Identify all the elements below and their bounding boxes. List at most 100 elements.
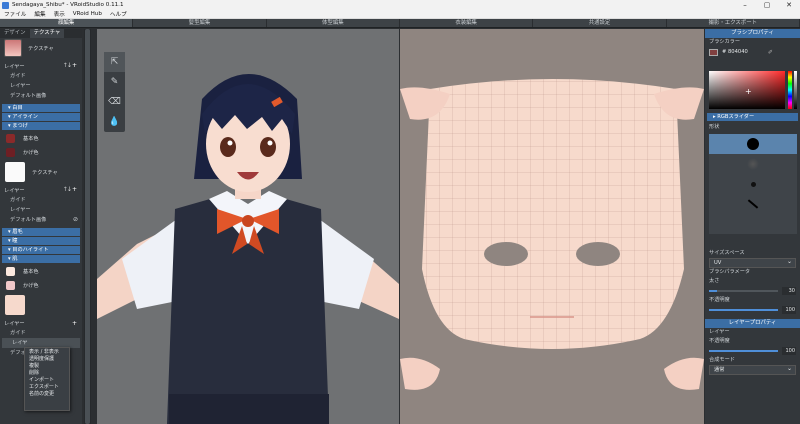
mode-tabs: 顔編集 髪型編集 体型編集 衣装編集 共通設定 撮影・エクスポート [0, 19, 800, 28]
hex-value[interactable]: # 804040 [722, 49, 748, 55]
layer-header: レイヤー 🡑🡓+ [0, 61, 82, 71]
menu-edit[interactable]: 編集 [34, 10, 45, 18]
tab-photo-export[interactable]: 撮影・エクスポート [667, 19, 800, 27]
skin-shadow-swatch[interactable] [6, 280, 15, 290]
layer-item-layer[interactable]: レイヤー [0, 81, 82, 91]
shape-small-dot[interactable] [709, 174, 797, 194]
layer-item-default[interactable]: デフォルト画像 [0, 91, 82, 101]
eye-hole-left [484, 242, 528, 266]
opacity-value[interactable]: 100 [782, 306, 796, 314]
fill-icon[interactable]: 💧 [104, 112, 125, 132]
blend-mode-dropdown[interactable]: 通常 [709, 364, 796, 375]
alpha-slider[interactable] [794, 71, 797, 109]
layer-opacity-slider[interactable] [709, 350, 778, 352]
shape-empty[interactable] [709, 214, 797, 234]
skin-shadow-color-row[interactable]: かげ色 [0, 278, 82, 292]
hidden-eye-icon[interactable]: ⊘ [73, 215, 78, 225]
eraser-icon[interactable]: ⌫ [104, 92, 125, 112]
left-scrollbar-thumb[interactable] [85, 29, 90, 424]
tab-texture[interactable]: テクスチャ [29, 29, 65, 38]
layer-header-2: レイヤー 🡑🡓+ [0, 185, 82, 195]
tab-outfit-edit[interactable]: 衣装編集 [400, 19, 534, 27]
opacity-row: 100 [705, 305, 800, 315]
layer-opacity-value[interactable]: 100 [782, 347, 796, 355]
layer-controls: 🡑🡓+ [64, 61, 78, 71]
section-skin[interactable]: ▾ 肌 [2, 255, 80, 263]
texture-uv-view[interactable] [400, 29, 704, 424]
section-iris[interactable]: ▾ 瞳 [2, 237, 80, 245]
ctx-export[interactable]: エクスポート [25, 384, 69, 391]
eye-hole-right [576, 242, 620, 266]
shape-soft-round[interactable] [709, 154, 797, 174]
skin-base-color-row[interactable]: 基本色 [0, 264, 82, 278]
skin-texture-row[interactable] [0, 292, 82, 318]
ctx-import[interactable]: インポート [25, 377, 69, 384]
lash-texture-row[interactable]: テクスチャ [0, 159, 82, 185]
lash-base-color-row[interactable]: 基本色 [0, 131, 82, 145]
layer-item-guide-2[interactable]: ガイド [0, 195, 82, 205]
window-title: Sendagaya_Shibu* - VRoidStudio 0.11.1 [12, 2, 124, 8]
layer-item-default-2[interactable]: デフォルト画像 ⊘ [0, 215, 82, 225]
section-sclera[interactable]: ▾ 白目 [2, 104, 80, 112]
hue-slider[interactable] [788, 71, 792, 109]
layer-item-layer-2[interactable]: レイヤー [0, 205, 82, 215]
minimize-button[interactable]: – [734, 0, 756, 10]
model-viewport[interactable] [97, 29, 399, 424]
select-cursor-icon[interactable]: ⇱ [104, 52, 125, 72]
drawing-toolbox: ⇱ ✎ ⌫ 💧 [104, 52, 125, 132]
tab-face-edit[interactable]: 顔編集 [0, 19, 134, 27]
close-button[interactable]: ✕ [778, 0, 800, 10]
lash-base-swatch[interactable] [6, 133, 15, 143]
add-icon[interactable]: + [72, 320, 78, 327]
tab-hair-edit[interactable]: 髪型編集 [133, 19, 267, 27]
eyedropper-icon[interactable]: ✐ [768, 49, 773, 56]
color-picker[interactable]: + [709, 71, 785, 109]
brush-color-swatch[interactable] [709, 48, 718, 56]
layer-label-3: レイヤー [4, 320, 25, 327]
rgb-slider-section[interactable]: ▸ RGBスライダー [707, 113, 798, 121]
section-eyeline[interactable]: ▾ アイライン [2, 113, 80, 121]
left-scrollbar[interactable] [84, 29, 91, 424]
thickness-slider[interactable] [709, 290, 778, 292]
size-space-dropdown[interactable]: UV [709, 257, 796, 268]
ctx-alpha-lock[interactable]: 透明度保護 [25, 356, 69, 363]
lash-shadow-swatch[interactable] [6, 147, 15, 157]
menu-file[interactable]: ファイル [4, 10, 26, 18]
tab-body-edit[interactable]: 体型編集 [267, 19, 400, 27]
menu-vroid-hub[interactable]: VRoid Hub [73, 11, 102, 17]
section-eye-highlight[interactable]: ▾ 目のハイライト [2, 246, 80, 254]
rgb-slider-label: RGBスライダー [717, 114, 755, 120]
menu-help[interactable]: ヘルプ [110, 10, 127, 18]
brush-properties-header: ブラシプロパティ [705, 29, 800, 38]
skin-shadow-label: かげ色 [23, 282, 39, 289]
shape-slash[interactable] [709, 194, 797, 214]
section-eye-highlight-label: 目のハイライト [12, 247, 49, 253]
texture-row[interactable]: テクスチャ [0, 38, 82, 58]
picker-cursor[interactable]: + [745, 87, 752, 96]
add-icon[interactable]: + [72, 186, 78, 193]
tab-common-settings[interactable]: 共通設定 [533, 19, 667, 27]
ctx-duplicate[interactable]: 複製 [25, 363, 69, 370]
add-icon[interactable]: + [72, 62, 78, 69]
lash-shadow-color-row[interactable]: かげ色 [0, 145, 82, 159]
shape-hard-round[interactable] [709, 134, 797, 154]
opacity-slider[interactable] [709, 309, 778, 311]
lash-texture-thumbnail [5, 162, 25, 182]
skin-base-swatch[interactable] [6, 266, 15, 276]
section-eyelash[interactable]: ▾ まつげ [2, 122, 80, 130]
ctx-toggle-visibility[interactable]: 表示 / 非表示 [25, 349, 69, 356]
ctx-delete[interactable]: 削除 [25, 370, 69, 377]
layer-prop-label: レイヤー [709, 329, 730, 335]
menu-view[interactable]: 表示 [54, 10, 65, 18]
maximize-button[interactable]: ▢ [756, 0, 778, 10]
layer-item-guide[interactable]: ガイド [0, 71, 82, 81]
brush-param-label: ブラシパラメータ [709, 269, 751, 275]
ctx-rename[interactable]: 名前の変更 [25, 391, 69, 398]
pen-icon[interactable]: ✎ [104, 72, 125, 92]
tab-design[interactable]: デザイン [0, 29, 30, 38]
section-eyebrow[interactable]: ▾ 眉毛 [2, 228, 80, 236]
menu-bar: ファイル 編集 表示 VRoid Hub ヘルプ [0, 10, 800, 19]
face-uv-grid [422, 79, 684, 349]
layer-item-guide-3[interactable]: ガイド [0, 328, 82, 338]
thickness-value[interactable]: 30 [782, 287, 796, 295]
